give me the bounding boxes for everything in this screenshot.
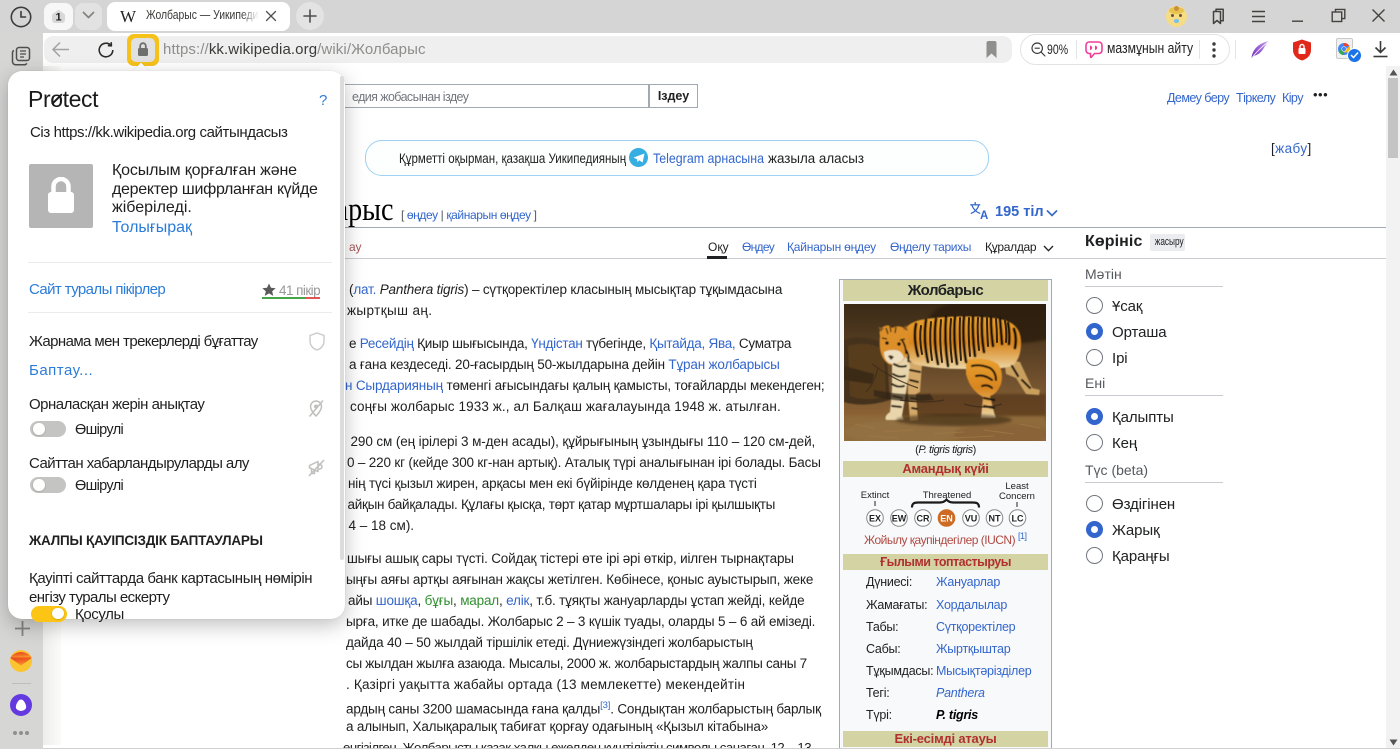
svg-text:LC: LC: [1012, 514, 1024, 524]
svg-text:EX: EX: [869, 514, 881, 524]
svg-text:VU: VU: [965, 514, 978, 524]
svg-text:CR: CR: [917, 514, 930, 524]
svg-text:Concern: Concern: [999, 491, 1035, 502]
svg-text:Extinct: Extinct: [861, 490, 890, 501]
svg-text:EW: EW: [892, 514, 907, 524]
svg-text:EN: EN: [940, 514, 953, 524]
svg-text:NT: NT: [989, 514, 1001, 524]
svg-text:1: 1: [55, 12, 61, 24]
svg-text:A: A: [980, 210, 988, 220]
